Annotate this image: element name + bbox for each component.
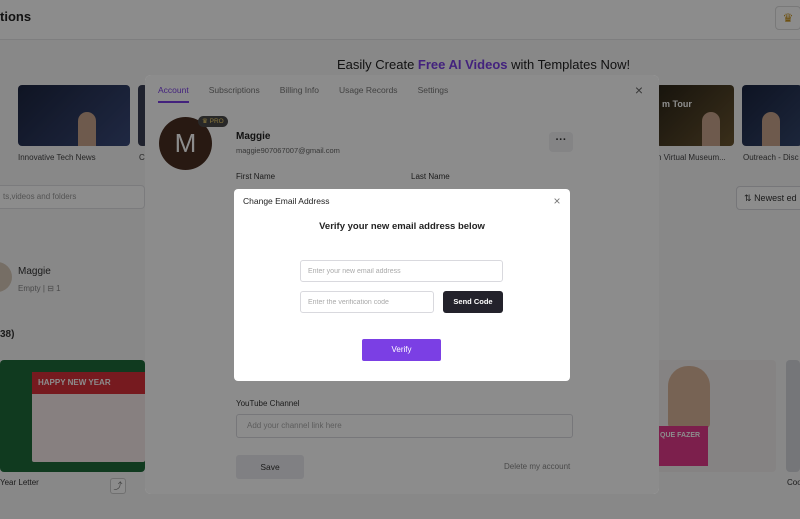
new-email-input[interactable] [300, 260, 503, 282]
close-icon[interactable]: × [551, 195, 563, 207]
change-email-dialog: Change Email Address × Verify your new e… [234, 189, 570, 381]
verify-button[interactable]: Verify [362, 339, 441, 361]
verification-code-input[interactable] [300, 291, 434, 313]
send-code-button[interactable]: Send Code [443, 291, 503, 313]
dialog-title: Change Email Address [243, 196, 330, 206]
dialog-heading: Verify your new email address below [319, 221, 485, 232]
